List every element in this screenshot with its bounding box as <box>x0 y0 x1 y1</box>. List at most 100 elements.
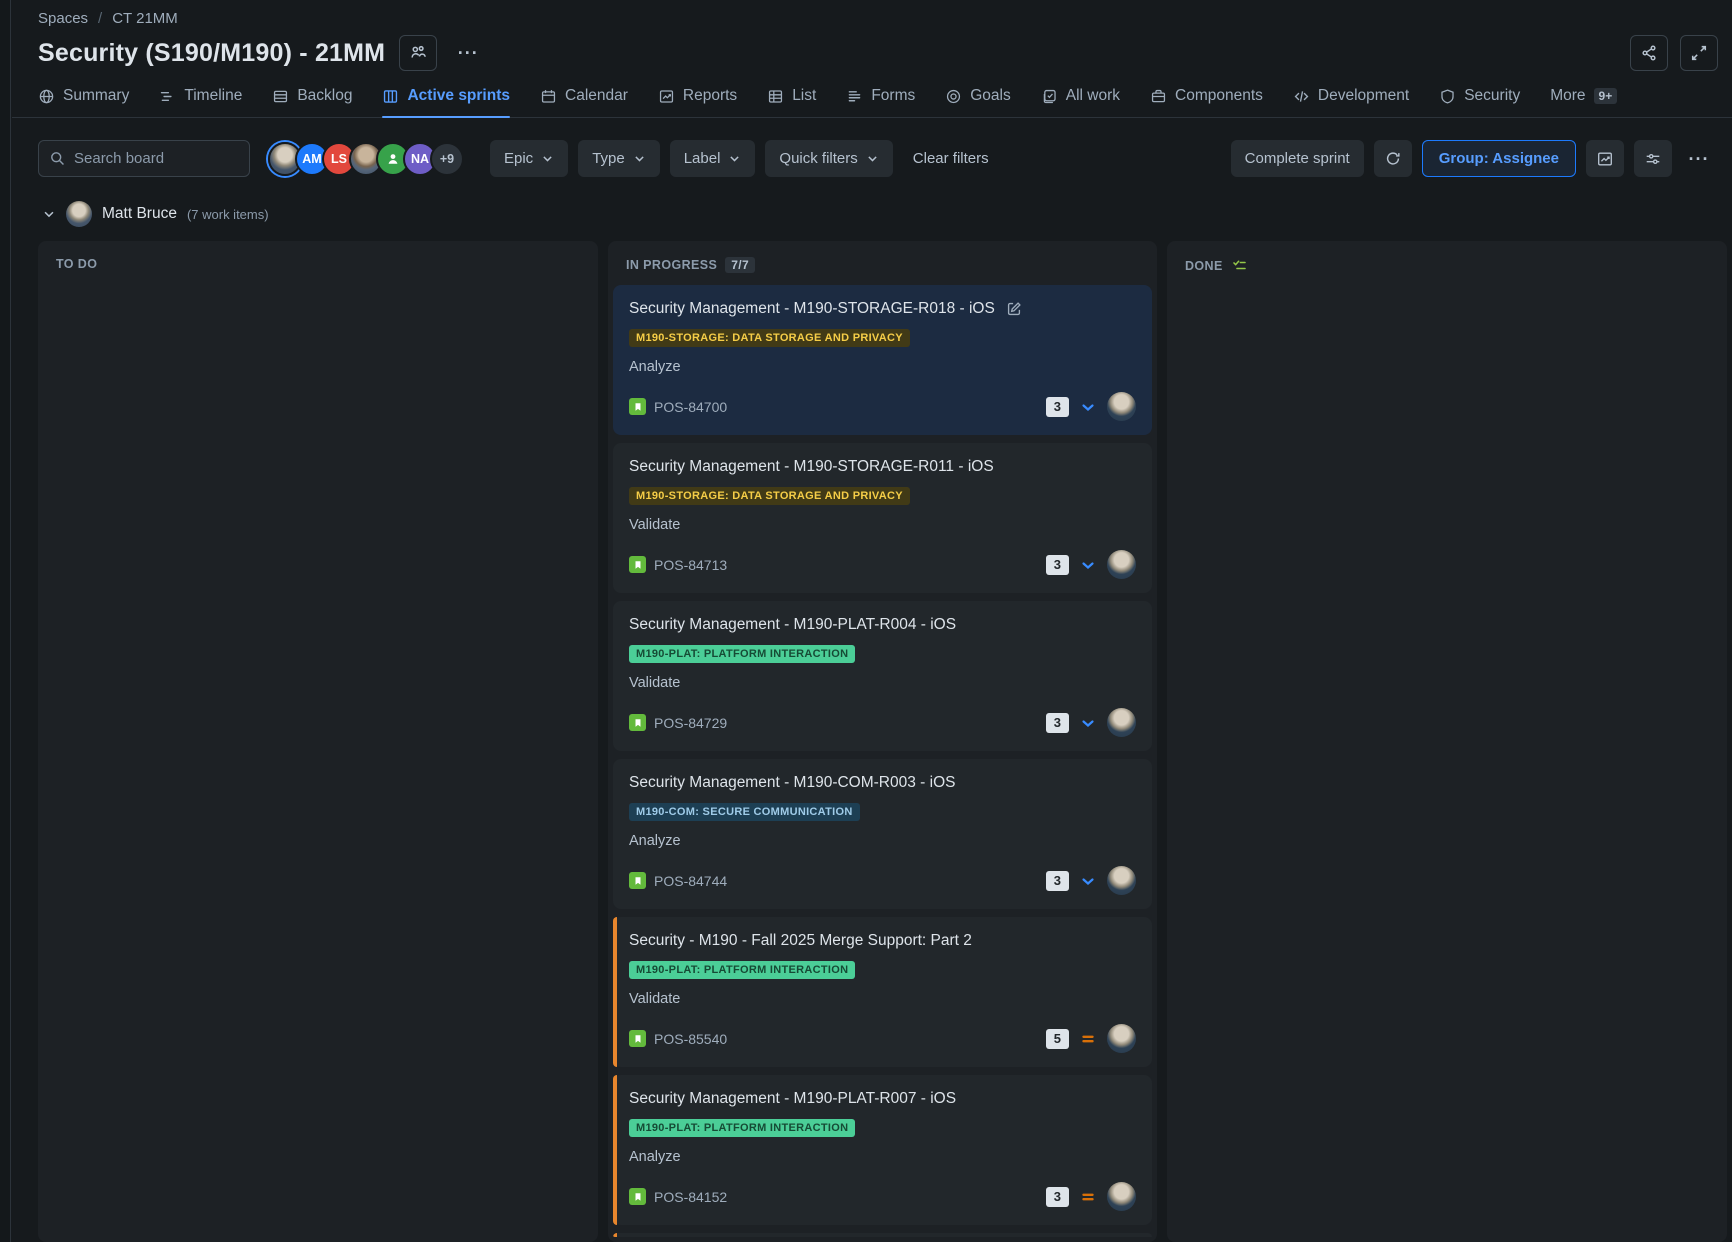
label-filter-dropdown[interactable]: Label <box>670 140 756 177</box>
card-title: Security - M190 - Fall 2025 Merge Suppor… <box>629 931 972 951</box>
assignee-avatar[interactable] <box>1107 708 1136 737</box>
tab-label: List <box>792 87 816 105</box>
tab-active-sprints[interactable]: Active sprints <box>382 87 510 117</box>
card-status: Analyze <box>629 833 1136 849</box>
card-title: Security Management - M190-PLAT-R007 - i… <box>629 1089 956 1109</box>
card-color-strip <box>613 1075 617 1225</box>
tab-components[interactable]: Components <box>1150 87 1263 117</box>
page-title: Security (S190/M190) - 21MM <box>38 39 385 68</box>
tab-forms[interactable]: Forms <box>846 87 915 117</box>
board-more-button[interactable]: ··· <box>1682 143 1716 175</box>
dropdown-label: Type <box>592 150 625 167</box>
epic-filter-dropdown[interactable]: Epic <box>490 140 568 177</box>
collapsed-sidebar[interactable] <box>0 0 11 1242</box>
insights-icon <box>1596 150 1614 168</box>
group-avatar <box>66 201 92 227</box>
quick-filters-dropdown[interactable]: Quick filters <box>765 140 892 177</box>
avatar-overflow[interactable]: +9 <box>430 142 464 176</box>
assignee-avatar[interactable] <box>1107 1024 1136 1053</box>
people-button[interactable] <box>399 35 437 71</box>
column-done: DONE <box>1167 241 1727 1242</box>
search-icon <box>49 150 66 167</box>
card-key[interactable]: POS-84152 <box>654 1189 727 1205</box>
assignee-avatar[interactable] <box>1107 392 1136 421</box>
tab-development[interactable]: Development <box>1293 87 1409 117</box>
story-type-icon <box>629 556 646 573</box>
priority-low-icon <box>1080 399 1096 415</box>
clear-filters-button[interactable]: Clear filters <box>903 150 999 167</box>
filter-bar: AM LS NA +9 Epic Type Label <box>12 118 1732 177</box>
card-key[interactable]: POS-85540 <box>654 1031 727 1047</box>
tab-reports[interactable]: Reports <box>658 87 737 117</box>
group-assignee-name: Matt Bruce <box>102 205 177 223</box>
share-button[interactable] <box>1630 35 1668 71</box>
epic-tag[interactable]: M190-PLAT: PLATFORM INTERACTION <box>629 961 855 979</box>
tab-timeline[interactable]: Timeline <box>159 87 242 117</box>
assignee-group-header[interactable]: Matt Bruce (7 work items) <box>12 177 1732 241</box>
assignee-avatar[interactable] <box>1107 550 1136 579</box>
breadcrumb-project[interactable]: CT 21MM <box>112 10 178 27</box>
tab-security[interactable]: Security <box>1439 87 1520 117</box>
tab-goals[interactable]: Goals <box>945 87 1011 117</box>
tab-label: All work <box>1066 87 1120 105</box>
breadcrumb-spaces[interactable]: Spaces <box>38 10 88 27</box>
board-card[interactable]: Security Management - M190-PLAT-R007 - i… <box>613 1075 1152 1225</box>
title-more-button[interactable]: ··· <box>451 37 485 69</box>
view-settings-icon <box>1644 150 1662 168</box>
assignee-avatar[interactable] <box>1107 1182 1136 1211</box>
tab-label: Backlog <box>297 87 352 105</box>
insights-button[interactable] <box>1586 140 1624 177</box>
epic-tag[interactable]: M190-PLAT: PLATFORM INTERACTION <box>629 645 855 663</box>
epic-tag[interactable]: M190-PLAT: PLATFORM INTERACTION <box>629 1119 855 1137</box>
group-by-button[interactable]: Group: Assignee <box>1422 140 1576 177</box>
card-key[interactable]: POS-84729 <box>654 715 727 731</box>
collapse-chevron-icon[interactable] <box>42 207 56 221</box>
chevron-down-icon <box>541 152 554 165</box>
view-settings-button[interactable] <box>1634 140 1672 177</box>
sync-button[interactable] <box>1374 140 1412 177</box>
board-card-partial[interactable] <box>613 1233 1152 1237</box>
search-input[interactable] <box>74 150 224 167</box>
story-type-icon <box>629 714 646 731</box>
board-card[interactable]: Security Management - M190-COM-R003 - iO… <box>613 759 1152 909</box>
tab-more[interactable]: More 9+ <box>1550 87 1617 117</box>
card-status: Analyze <box>629 1149 1136 1165</box>
backlog-icon <box>272 88 289 105</box>
more-icon: ··· <box>458 48 479 58</box>
tab-backlog[interactable]: Backlog <box>272 87 352 117</box>
card-key[interactable]: POS-84744 <box>654 873 727 889</box>
estimate-badge: 5 <box>1046 1029 1069 1049</box>
tab-all-work[interactable]: All work <box>1041 87 1120 117</box>
all-work-icon <box>1041 88 1058 105</box>
edit-icon[interactable] <box>1005 300 1023 318</box>
card-key[interactable]: POS-84700 <box>654 399 727 415</box>
expand-button[interactable] <box>1680 35 1718 71</box>
epic-tag[interactable]: M190-STORAGE: DATA STORAGE AND PRIVACY <box>629 487 910 505</box>
people-icon <box>409 44 427 62</box>
complete-sprint-button[interactable]: Complete sprint <box>1231 140 1364 177</box>
checklist-icon <box>1231 257 1248 274</box>
tab-label: Forms <box>871 87 915 105</box>
assignee-avatar[interactable] <box>1107 866 1136 895</box>
epic-tag[interactable]: M190-STORAGE: DATA STORAGE AND PRIVACY <box>629 329 910 347</box>
board-card[interactable]: Security Management - M190-STORAGE-R018 … <box>613 285 1152 435</box>
tab-summary[interactable]: Summary <box>38 87 129 117</box>
main-content: Spaces / CT 21MM Security (S190/M190) - … <box>12 0 1732 1242</box>
page-header: Spaces / CT 21MM Security (S190/M190) - … <box>12 0 1732 71</box>
tab-label: Calendar <box>565 87 628 105</box>
sprint-board: TO DO IN PROGRESS 7/7 Security Managemen… <box>12 241 1732 1242</box>
search-board[interactable] <box>38 140 250 177</box>
column-count-badge: 7/7 <box>725 257 755 273</box>
tab-calendar[interactable]: Calendar <box>540 87 628 117</box>
board-card[interactable]: Security - M190 - Fall 2025 Merge Suppor… <box>613 917 1152 1067</box>
card-key[interactable]: POS-84713 <box>654 557 727 573</box>
tab-label: Summary <box>63 87 129 105</box>
board-card[interactable]: Security Management - M190-STORAGE-R011 … <box>613 443 1152 593</box>
board-card[interactable]: Security Management - M190-PLAT-R004 - i… <box>613 601 1152 751</box>
tab-list[interactable]: List <box>767 87 816 117</box>
calendar-icon <box>540 88 557 105</box>
epic-tag[interactable]: M190-COM: SECURE COMMUNICATION <box>629 803 860 821</box>
priority-low-icon <box>1080 715 1096 731</box>
priority-low-icon <box>1080 873 1096 889</box>
type-filter-dropdown[interactable]: Type <box>578 140 660 177</box>
